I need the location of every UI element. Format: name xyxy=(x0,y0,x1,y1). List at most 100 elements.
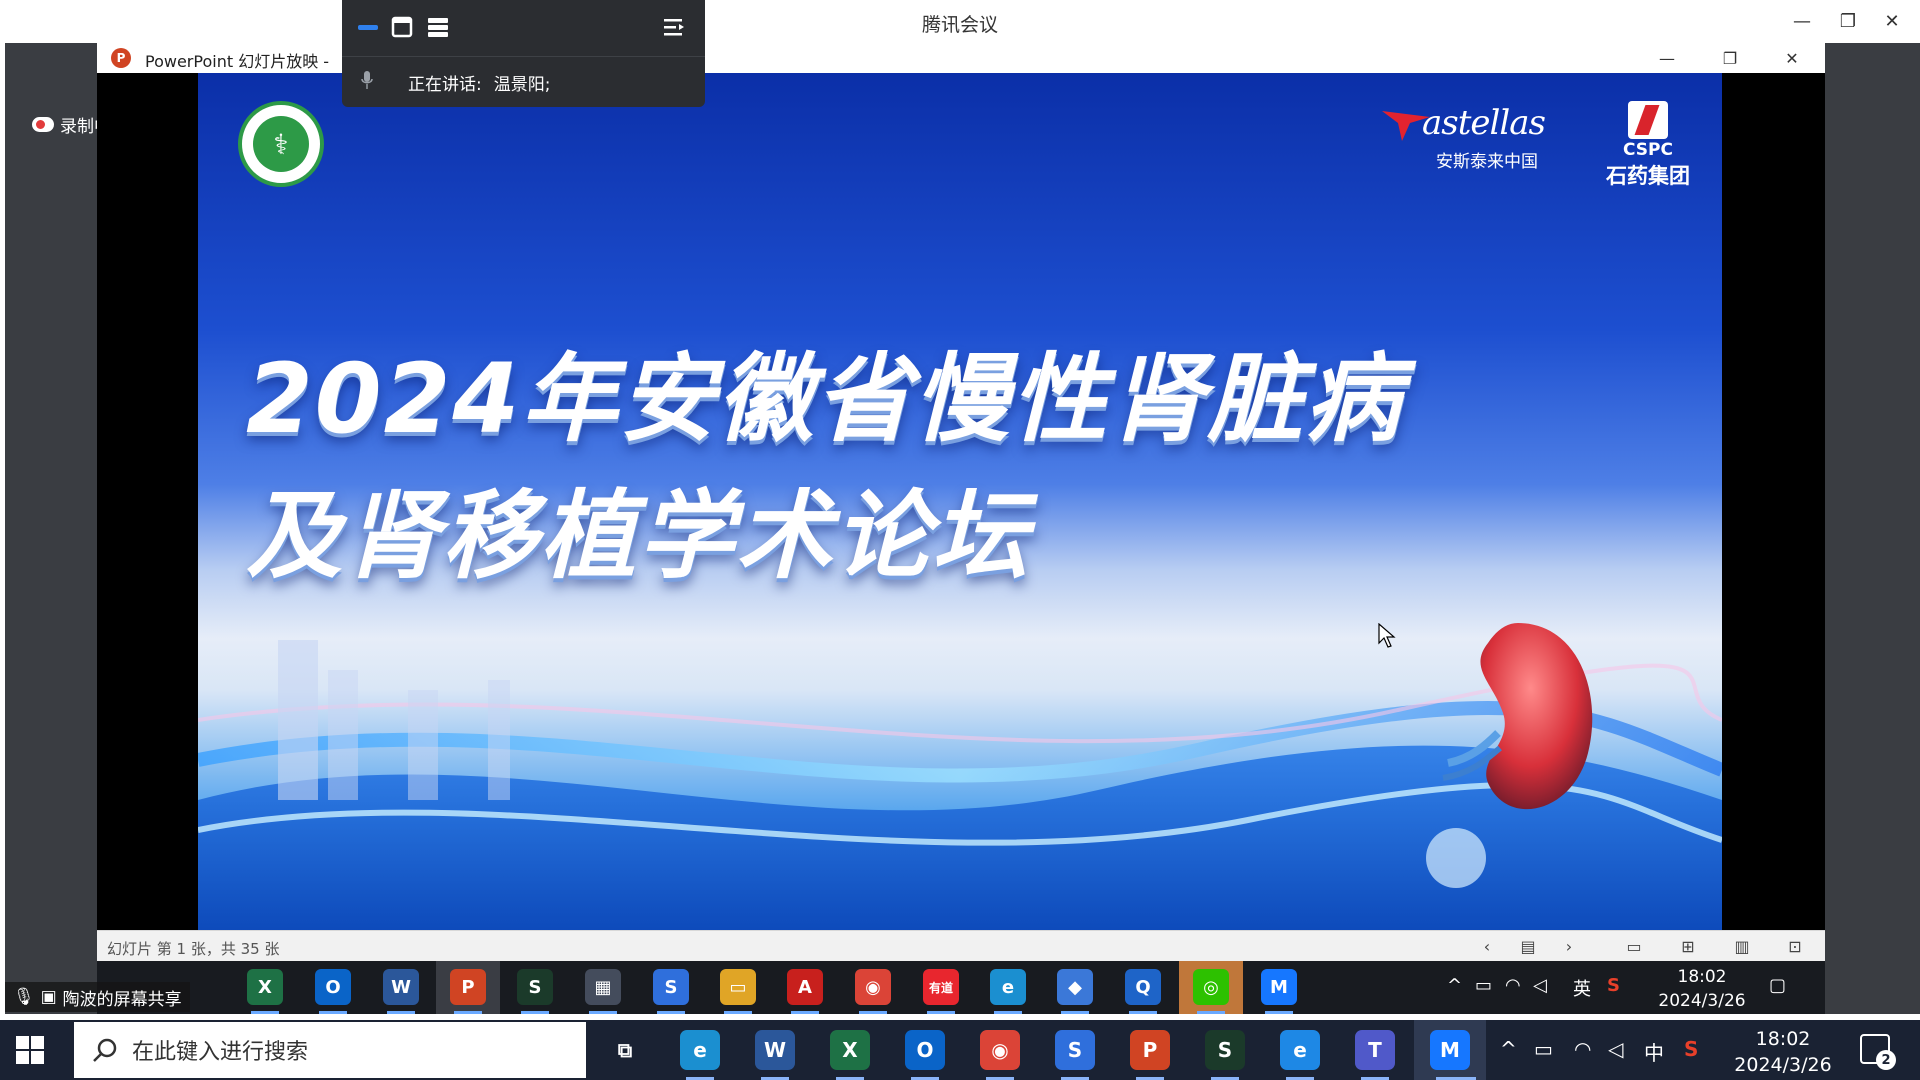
slide-title-line1: 2024年安徽省慢性肾脏病 xyxy=(246,343,1404,455)
ime-indicator[interactable]: 中 xyxy=(1644,1037,1664,1066)
running-indicator xyxy=(589,1011,617,1014)
shared-notification-icon[interactable]: ▢ xyxy=(1769,975,1786,996)
cloud-record-icon xyxy=(32,117,54,132)
shared-clock: 18:02 2024/3/26 xyxy=(1647,965,1757,1013)
tencent-meeting-icon[interactable]: M xyxy=(1261,969,1297,1005)
sogou-ime-icon[interactable]: S xyxy=(1684,1037,1698,1061)
windows-start-icon[interactable] xyxy=(14,1034,46,1066)
shared-clock-date: 2024/3/26 xyxy=(1658,991,1746,1011)
sogou-ime-icon[interactable]: S xyxy=(1607,975,1620,996)
microphone-icon xyxy=(361,71,373,89)
scribble-app-icon[interactable]: S xyxy=(517,969,553,1005)
restore-button[interactable]: ❐ xyxy=(1828,6,1868,36)
ie-icon[interactable]: e xyxy=(1280,1030,1320,1070)
screen-share-icon: ▣ xyxy=(40,987,57,1007)
floating-meeting-toolbar: 正在讲话: 温景阳; xyxy=(342,0,705,107)
normal-view-icon[interactable]: ▭ xyxy=(1619,935,1649,957)
scribble-app-icon[interactable]: S xyxy=(1205,1030,1245,1070)
edge-icon[interactable]: e xyxy=(680,1030,720,1070)
previous-slide-button[interactable]: ‹ xyxy=(1472,935,1502,957)
shared-ime-indicator[interactable]: 英 xyxy=(1573,975,1591,1001)
task-view-icon[interactable]: ⧉ xyxy=(605,1030,645,1070)
search-icon xyxy=(93,1038,117,1062)
word-icon[interactable]: W xyxy=(755,1030,795,1070)
wifi-icon[interactable]: ◠ xyxy=(1574,1037,1591,1061)
running-indicator xyxy=(724,1011,752,1014)
outlook-icon[interactable]: O xyxy=(905,1030,945,1070)
running-indicator xyxy=(454,1011,482,1014)
collapse-menu-icon[interactable] xyxy=(662,16,686,38)
screen-share-label: 陶波的屏幕共享 xyxy=(62,989,182,1010)
running-indicator xyxy=(791,1011,819,1014)
powerpoint-icon[interactable]: P xyxy=(450,969,486,1005)
tray-chevron-icon[interactable]: ^ xyxy=(1500,1037,1517,1061)
slide-title-line2: 及肾移植学术论坛 xyxy=(246,480,1030,592)
tencent-meeting-icon[interactable]: M xyxy=(1430,1030,1470,1070)
caduceus-icon: ⚕ xyxy=(253,116,309,172)
edge-icon[interactable]: e xyxy=(990,969,1026,1005)
cspc-chinese-name: 石药集团 xyxy=(1606,164,1690,188)
volume-icon[interactable]: ◁ xyxy=(1608,1037,1623,1061)
acrobat-icon[interactable]: A xyxy=(787,969,823,1005)
chrome-icon[interactable]: ◉ xyxy=(980,1030,1020,1070)
tray-chevron-icon[interactable]: ^ xyxy=(1447,975,1462,996)
cspc-name: CSPC xyxy=(1623,140,1673,160)
mouse-cursor-icon xyxy=(1378,623,1396,648)
ppt-close-button[interactable]: ✕ xyxy=(1772,45,1812,71)
reading-view-icon[interactable]: ▥ xyxy=(1727,935,1757,957)
file-explorer-icon[interactable]: ▭ xyxy=(720,969,756,1005)
close-button[interactable]: ✕ xyxy=(1872,6,1912,36)
layout-list-icon[interactable] xyxy=(426,16,450,38)
chrome-icon[interactable]: ◉ xyxy=(855,969,891,1005)
taskbar-search-box[interactable]: 在此键入进行搜索 xyxy=(74,1022,586,1078)
battery-icon[interactable]: ▭ xyxy=(1534,1037,1553,1061)
teams-icon[interactable]: T xyxy=(1355,1030,1395,1070)
window-mode-icon[interactable] xyxy=(390,16,414,38)
shared-clock-time: 18:02 xyxy=(1677,967,1727,987)
running-indicator xyxy=(1061,1011,1089,1014)
running-indicator xyxy=(1129,1011,1157,1014)
outlook-icon[interactable]: O xyxy=(315,969,351,1005)
slide[interactable]: ⚕ astellas 安斯泰来中国 CSPC 石药集团 2024年安徽省慢性肾脏… xyxy=(198,73,1722,930)
calculator-icon[interactable]: ▦ xyxy=(585,969,621,1005)
slide-menu-icon[interactable]: ▤ xyxy=(1513,935,1543,957)
sogou-icon[interactable]: S xyxy=(1055,1030,1095,1070)
screen-share-indicator: 🎙 ▣ 陶波的屏幕共享 xyxy=(5,982,190,1012)
running-indicator xyxy=(387,1011,415,1014)
youdao-icon[interactable]: 有道 xyxy=(923,969,959,1005)
volume-icon[interactable]: ◁ xyxy=(1533,975,1547,996)
taskbar-clock[interactable]: 18:02 2024/3/26 xyxy=(1718,1026,1848,1078)
sogou-icon[interactable]: S xyxy=(653,969,689,1005)
teams-icon[interactable]: ◆ xyxy=(1057,969,1093,1005)
taskbar-date: 2024/3/26 xyxy=(1734,1054,1832,1076)
notification-count: 2 xyxy=(1876,1050,1896,1070)
ppt-restore-button[interactable]: ❐ xyxy=(1710,45,1750,71)
word-icon[interactable]: W xyxy=(383,969,419,1005)
cspc-logo: CSPC 石药集团 xyxy=(1593,101,1703,190)
excel-icon[interactable]: X xyxy=(247,969,283,1005)
astellas-chinese-name: 安斯泰来中国 xyxy=(1436,152,1538,172)
speaker-name: 温景阳; xyxy=(493,75,551,95)
running-indicator xyxy=(994,1011,1022,1014)
slide-sorter-icon[interactable]: ⊞ xyxy=(1673,935,1703,957)
running-indicator xyxy=(1265,1011,1293,1014)
search-app-icon[interactable]: Q xyxy=(1125,969,1161,1005)
next-slide-button[interactable]: › xyxy=(1554,935,1584,957)
ppt-status-bar: 幻灯片 第 1 张，共 35 张 ‹ ▤ › ▭ ⊞ ▥ ⊡ xyxy=(97,930,1825,961)
slideshow-icon[interactable]: ⊡ xyxy=(1780,935,1810,957)
running-indicator xyxy=(1197,1011,1225,1014)
minimize-toolbar-icon[interactable] xyxy=(356,16,380,38)
powerpoint-icon: P xyxy=(111,48,131,68)
kidney-illustration xyxy=(1442,623,1593,810)
wechat-icon[interactable]: ◎ xyxy=(1193,969,1229,1005)
powerpoint-icon[interactable]: P xyxy=(1130,1030,1170,1070)
ppt-minimize-button[interactable]: — xyxy=(1647,45,1687,71)
minimize-button[interactable]: — xyxy=(1782,6,1822,36)
cspc-mark-icon xyxy=(1628,101,1668,139)
running-indicator xyxy=(859,1011,887,1014)
wifi-icon[interactable]: ◠ xyxy=(1505,975,1521,996)
speaking-label: 正在讲话: xyxy=(408,75,482,95)
battery-icon[interactable]: ▭ xyxy=(1475,975,1492,996)
excel-icon[interactable]: X xyxy=(830,1030,870,1070)
microphone-icon: 🎙 xyxy=(13,987,35,1007)
